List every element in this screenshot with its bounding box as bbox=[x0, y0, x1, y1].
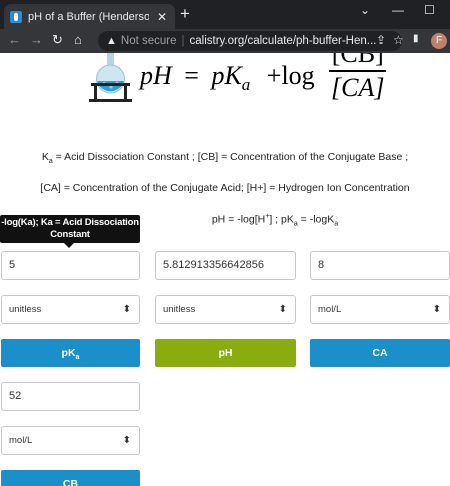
cb-input[interactable]: 52 bbox=[1, 382, 140, 411]
not-secure-label: Not secure bbox=[120, 35, 177, 47]
pka-unit-value: unitless bbox=[9, 304, 42, 315]
flask-icon bbox=[89, 53, 132, 102]
pka-button-sub: a bbox=[75, 354, 80, 362]
minimize-icon[interactable]: — bbox=[392, 3, 404, 17]
tab-close-icon[interactable]: ✕ bbox=[155, 10, 169, 24]
calculate-ph-button[interactable]: pH bbox=[155, 339, 296, 367]
ca-input[interactable]: 8 bbox=[310, 251, 450, 280]
formula-pk: pK bbox=[211, 61, 242, 90]
formula-equals: = bbox=[184, 61, 199, 90]
maximize-icon[interactable]: ☐ bbox=[424, 3, 435, 17]
formula-ph: pH bbox=[140, 61, 172, 90]
ph-input[interactable]: 5.812913356642856 bbox=[155, 251, 296, 280]
page-content: pH = pKa +log [CB] [CA] Ka = Acid Dissoc… bbox=[0, 53, 450, 486]
profile-avatar[interactable]: F bbox=[431, 33, 447, 49]
formula-pk-sub: a bbox=[241, 75, 251, 95]
back-icon[interactable]: ← bbox=[8, 32, 21, 47]
cb-unit-value: mol/L bbox=[9, 435, 33, 446]
legend-pk-label: ] ; pK bbox=[269, 213, 294, 226]
reload-icon[interactable]: ↻ bbox=[52, 32, 63, 48]
pka-tooltip: -log(Ka); Ka = Acid Dissociation Constan… bbox=[0, 215, 140, 248]
home-icon[interactable]: ⌂ bbox=[74, 32, 82, 47]
url-text: calistry.org/calculate/ph-buffer-Hen... bbox=[189, 35, 377, 47]
ca-unit-select[interactable]: mol/L ⬍ bbox=[310, 295, 450, 324]
calculate-pka-button[interactable]: pKa bbox=[1, 339, 140, 367]
chevron-updown-icon: ⬍ bbox=[122, 304, 131, 315]
share-icon[interactable]: ⇪ bbox=[376, 33, 386, 47]
calculate-ca-button[interactable]: CA bbox=[310, 339, 450, 367]
chevron-updown-icon: ⬍ bbox=[432, 304, 441, 315]
formula-denominator: [CA] bbox=[331, 72, 385, 102]
forward-icon[interactable]: → bbox=[30, 32, 43, 47]
legend-pk-def: = -logK bbox=[297, 213, 335, 226]
henderson-equation: pH = pKa +log bbox=[140, 61, 315, 95]
tab-title: pH of a Buffer (Henderson Equat bbox=[28, 10, 149, 23]
ph-unit-value: unitless bbox=[163, 304, 196, 315]
formula-plus-log: +log bbox=[266, 61, 315, 90]
sidepanel-icon[interactable]: ▮ bbox=[413, 33, 419, 44]
formula-fraction: [CB] [CA] bbox=[329, 53, 387, 103]
browser-toolbar: ← → ↻ ⌂ ▲ Not secure | calistry.org/calc… bbox=[0, 29, 450, 53]
legend-line-2: [CA] = Concentration of the Conjugate Ac… bbox=[40, 182, 410, 194]
bookmark-star-icon[interactable]: ☆ bbox=[393, 33, 404, 47]
browser-tab[interactable]: pH of a Buffer (Henderson Equat ✕ bbox=[4, 4, 175, 29]
calistry-favicon-icon bbox=[10, 10, 22, 23]
url-separator: | bbox=[181, 35, 185, 47]
chevron-updown-icon: ⬍ bbox=[122, 435, 131, 446]
pka-unit-select[interactable]: unitless ⬍ bbox=[1, 295, 140, 324]
tooltip-line-2: Constant bbox=[50, 229, 90, 240]
tooltip-line-1: -log(Ka); Ka = Acid Dissociation bbox=[1, 217, 139, 228]
new-tab-button[interactable]: + bbox=[180, 5, 190, 22]
fraction-bar bbox=[329, 70, 387, 72]
formula-numerator: [CB] bbox=[331, 53, 384, 68]
ph-unit-select[interactable]: unitless ⬍ bbox=[155, 295, 296, 324]
legend-ph-def: pH = -log[H bbox=[211, 213, 266, 226]
pka-input[interactable]: 5 bbox=[1, 251, 140, 280]
warning-icon: ▲ bbox=[106, 35, 117, 47]
ca-unit-value: mol/L bbox=[318, 304, 342, 315]
cb-unit-select[interactable]: mol/L ⬍ bbox=[1, 426, 140, 455]
legend-line-1-text: = Acid Dissociation Constant ; [CB] = Co… bbox=[52, 151, 409, 163]
address-bar[interactable]: ▲ Not secure | calistry.org/calculate/ph… bbox=[98, 31, 402, 51]
tab-search-icon[interactable]: ⌄ bbox=[360, 3, 370, 17]
browser-tabstrip: pH of a Buffer (Henderson Equat ✕ + ⌄ — … bbox=[0, 0, 450, 29]
legend-ka: K bbox=[41, 151, 49, 163]
calculate-cb-button[interactable]: CB bbox=[1, 470, 140, 486]
legend-ka-def-sub: a bbox=[334, 220, 339, 228]
legend-line-1: Ka = Acid Dissociation Constant ; [CB] =… bbox=[0, 151, 450, 165]
chevron-updown-icon: ⬍ bbox=[278, 304, 287, 315]
pka-button-label: pK bbox=[61, 347, 76, 359]
